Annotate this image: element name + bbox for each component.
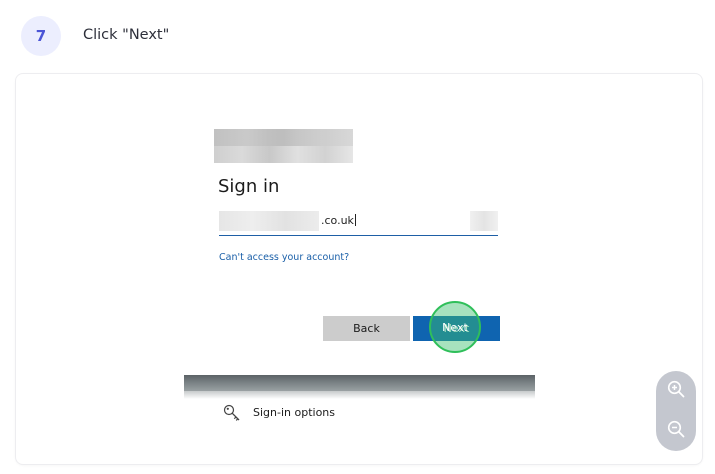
blurred-logo [214, 129, 353, 163]
step-instruction: Click "Next" [83, 27, 170, 43]
screenshot-card: Sign in .co.uk Can't access your account… [15, 73, 703, 465]
click-highlight-label: Next [442, 320, 468, 334]
email-value: .co.uk [321, 214, 354, 227]
key-icon [222, 403, 242, 423]
sign-in-screenshot: Sign in .co.uk Can't access your account… [184, 102, 535, 432]
step-number-badge: 7 [21, 16, 61, 56]
zoom-controls [656, 371, 696, 451]
sign-in-title: Sign in [218, 176, 280, 197]
zoom-in-icon [666, 379, 686, 403]
zoom-out-icon [666, 419, 686, 443]
back-button[interactable]: Back [323, 316, 410, 341]
email-redacted-part [219, 211, 319, 231]
sign-in-options-row[interactable]: Sign-in options [184, 399, 535, 432]
click-highlight-ring[interactable]: Next [429, 301, 481, 353]
email-redacted-end [470, 211, 498, 231]
guide-page: 7 Click "Next" Sign in .co.uk Can't acce… [0, 0, 715, 474]
background-fade [184, 391, 535, 399]
cant-access-link[interactable]: Can't access your account? [219, 252, 349, 263]
email-field[interactable]: .co.uk [219, 209, 498, 236]
zoom-in-button[interactable] [656, 371, 696, 411]
background-image-strip [184, 375, 535, 391]
sign-in-options-label: Sign-in options [253, 406, 336, 419]
step-header: 7 Click "Next" [0, 0, 715, 72]
zoom-out-button[interactable] [656, 411, 696, 451]
